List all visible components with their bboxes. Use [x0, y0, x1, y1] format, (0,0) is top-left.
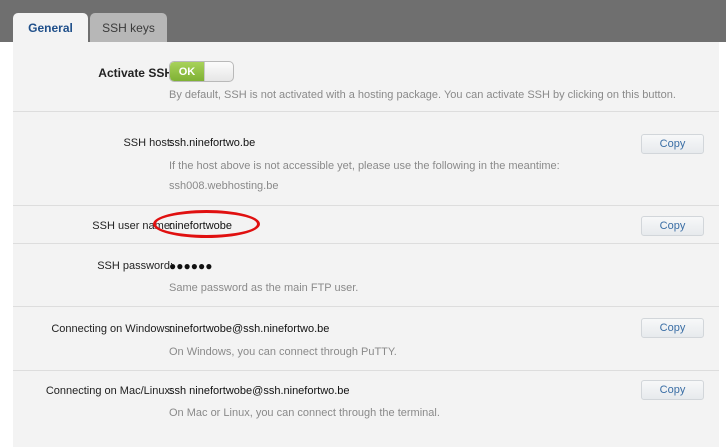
ssh-host-value: ssh.ninefortwo.be — [169, 137, 256, 149]
toggle-on-label: OK — [170, 62, 204, 81]
ssh-host-alt-value: ssh008.webhosting.be — [169, 180, 279, 192]
general-panel: Activate SSH OK By default, SSH is not a… — [13, 42, 719, 447]
maclinux-hint: On Mac or Linux, you can connect through… — [169, 407, 440, 419]
copy-maclinux-button[interactable]: Copy — [641, 380, 704, 400]
tab-ssh-keys[interactable]: SSH keys — [90, 13, 167, 42]
ssh-password-section: SSH password: ●●●●●● Same password as th… — [13, 244, 719, 307]
ssh-username-value: ninefortwobe — [169, 220, 232, 232]
tab-bar: General SSH keys — [0, 0, 726, 42]
maclinux-section: Connecting on Mac/Linux: ssh ninefortwob… — [13, 371, 719, 447]
ssh-username-section: SSH user name: ninefortwobe Copy — [13, 206, 719, 244]
activate-ssh-section: Activate SSH OK By default, SSH is not a… — [13, 42, 719, 112]
windows-label: Connecting on Windows: — [51, 323, 173, 335]
activate-ssh-label: Activate SSH — [98, 66, 173, 80]
ssh-password-label: SSH password: — [97, 260, 173, 272]
ssh-username-label: SSH user name: — [92, 220, 173, 232]
maclinux-label: Connecting on Mac/Linux: — [45, 385, 173, 397]
activate-ssh-toggle[interactable]: OK — [169, 61, 234, 82]
windows-hint: On Windows, you can connect through PuTT… — [169, 346, 397, 358]
ssh-password-hint: Same password as the main FTP user. — [169, 282, 359, 294]
ssh-host-hint: If the host above is not accessible yet,… — [169, 160, 560, 172]
windows-value: ninefortwobe@ssh.ninefortwo.be — [169, 323, 330, 335]
toggle-knob — [204, 62, 233, 81]
maclinux-value: ssh ninefortwobe@ssh.ninefortwo.be — [169, 385, 350, 397]
activate-ssh-hint: By default, SSH is not activated with a … — [169, 89, 676, 101]
copy-host-button[interactable]: Copy — [641, 134, 704, 154]
ssh-host-label: SSH host: — [123, 137, 173, 149]
windows-section: Connecting on Windows: ninefortwobe@ssh.… — [13, 307, 719, 371]
ssh-host-section: SSH host: ssh.ninefortwo.be Copy If the … — [13, 112, 719, 206]
ssh-password-value: ●●●●●● — [169, 259, 213, 273]
tab-general[interactable]: General — [13, 13, 88, 42]
copy-windows-button[interactable]: Copy — [641, 318, 704, 338]
copy-username-button[interactable]: Copy — [641, 216, 704, 236]
